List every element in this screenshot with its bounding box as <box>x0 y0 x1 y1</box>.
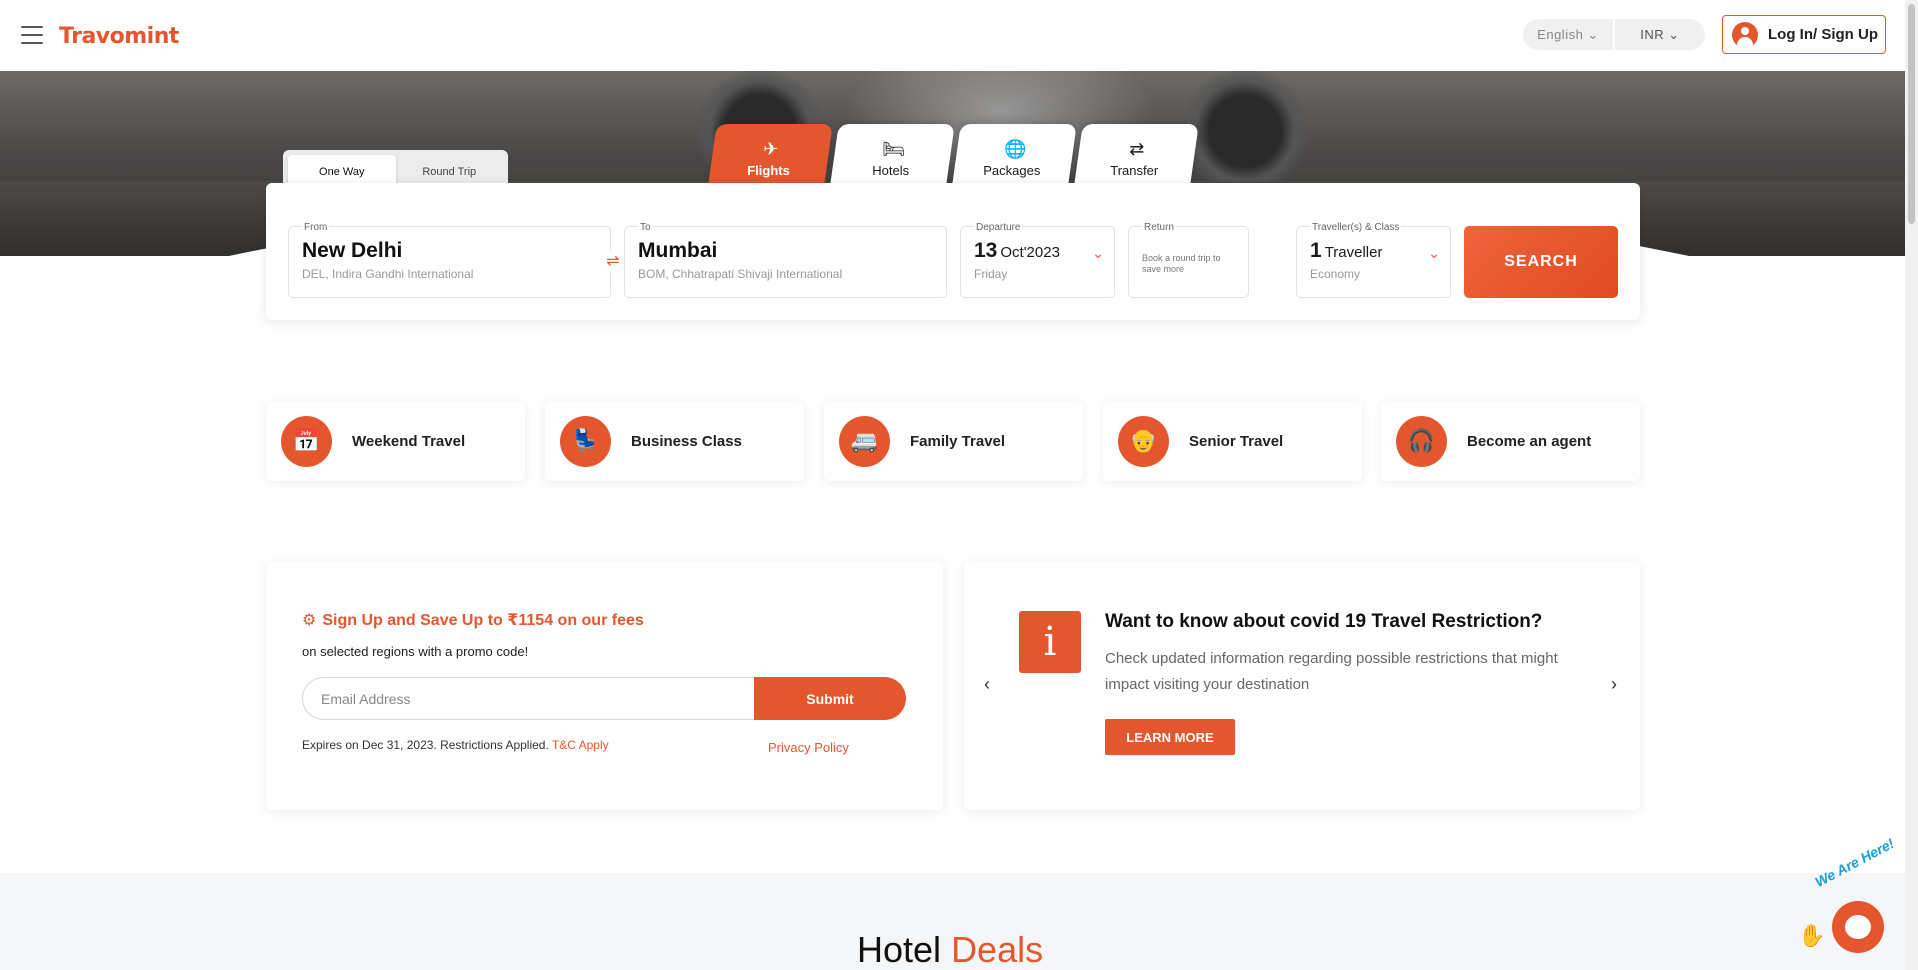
chevron-right-icon[interactable]: › <box>1611 674 1617 695</box>
gear-icon: ⚙ <box>302 612 317 629</box>
departure-caption: Departure <box>974 222 1023 233</box>
currency-selector[interactable]: INR ⌄ <box>1615 19 1705 50</box>
category-label: Business Class <box>631 432 742 450</box>
deals-title-part2: Deals <box>951 929 1044 970</box>
category-family-travel[interactable]: 🚐 Family Travel <box>824 401 1083 481</box>
deals-title-part1: Hotel <box>857 929 942 970</box>
chat-label: We Are Here! <box>1812 835 1897 891</box>
user-icon <box>1732 21 1758 48</box>
language-label: English <box>1537 27 1584 42</box>
expiry-text: Expires on Dec 31, 2023. Restrictions Ap… <box>302 738 549 752</box>
bed-icon: 🛏 <box>881 138 905 159</box>
seat-icon: 💺 <box>560 415 611 467</box>
chevron-down-icon: ⌄ <box>1428 245 1440 261</box>
chevron-down-icon: ⌄ <box>1583 26 1599 42</box>
departure-weekday: Friday <box>974 267 1008 281</box>
search-button[interactable]: SEARCH <box>1464 226 1618 298</box>
chevron-left-icon[interactable]: ‹ <box>984 674 990 695</box>
hotel-deals-title: Hotel Deals <box>857 929 1043 970</box>
tab-label: Packages <box>983 162 1041 178</box>
category-business-class[interactable]: 💺 Business Class <box>545 401 804 481</box>
language-selector[interactable]: English ⌄ <box>1523 19 1613 50</box>
category-become-agent[interactable]: 🎧 Become an agent <box>1381 401 1640 481</box>
chat-bubble-icon[interactable] <box>1832 901 1884 953</box>
chevron-down-icon: ⌄ <box>1664 26 1680 42</box>
login-button[interactable]: Log In/ Sign Up <box>1722 15 1886 54</box>
scrollbar[interactable] <box>1905 0 1918 970</box>
traveller-class: Economy <box>1310 267 1361 281</box>
submit-button[interactable]: Submit <box>754 677 906 720</box>
chevron-down-icon: ⌄ <box>1092 245 1104 261</box>
from-caption: From <box>302 222 330 233</box>
scrollbar-thumb[interactable] <box>1908 4 1915 224</box>
return-caption: Return <box>1142 222 1177 233</box>
header: Travomint English ⌄ INR ⌄ Log In/ Sign U… <box>0 0 1918 71</box>
from-field[interactable]: From New Delhi DEL, Indira Gandhi Intern… <box>288 222 611 298</box>
promo-subtitle: on selected regions with a promo code! <box>302 644 529 659</box>
to-caption: To <box>638 222 653 233</box>
tab-transfer[interactable]: ⇄ Transfer <box>1073 124 1199 192</box>
tab-label: Transfer <box>1110 162 1159 178</box>
covid-heading: Want to know about covid 19 Travel Restr… <box>1105 611 1543 632</box>
tab-hotels[interactable]: 🛏 Hotels <box>829 124 955 192</box>
category-label: Senior Travel <box>1189 432 1284 450</box>
to-field[interactable]: To Mumbai BOM, Chhatrapati Shivaji Inter… <box>624 222 947 298</box>
promo-expiry: Expires on Dec 31, 2023. Restrictions Ap… <box>302 738 609 752</box>
to-airport: BOM, Chhatrapati Shivaji International <box>638 267 843 281</box>
category-weekend-travel[interactable]: 📅 Weekend Travel <box>266 401 525 481</box>
currency-label: INR <box>1640 27 1665 42</box>
car-icon: 🚐 <box>839 415 890 467</box>
waving-hand-icon: ✋ <box>1798 923 1826 948</box>
tab-packages[interactable]: 🌐 Packages <box>951 124 1077 192</box>
from-city: New Delhi <box>302 239 403 262</box>
category-label: Weekend Travel <box>352 432 466 450</box>
flight-search-card: From New Delhi DEL, Indira Gandhi Intern… <box>266 183 1640 320</box>
departure-day: 13 <box>974 239 998 262</box>
traveller-caption: Traveller(s) & Class <box>1310 222 1402 233</box>
covid-text: Check updated information regarding poss… <box>1105 650 1558 693</box>
logo[interactable]: Travomint <box>59 24 179 49</box>
return-hint: Book a round trip to save more <box>1142 253 1221 274</box>
departure-field[interactable]: Departure 13 Oct'2023 Friday ⌄ <box>960 222 1115 298</box>
to-city: Mumbai <box>638 239 718 262</box>
promo-title-text: Sign Up and Save Up to ₹1154 on our fees <box>322 612 644 629</box>
login-label: Log In/ Sign Up <box>1768 26 1878 43</box>
return-field[interactable]: Return Book a round trip to save more <box>1128 222 1249 298</box>
senior-icon: 👴 <box>1118 415 1169 467</box>
privacy-policy-link[interactable]: Privacy Policy <box>768 740 849 755</box>
category-label: Become an agent <box>1467 432 1592 450</box>
plane-icon: ✈ <box>763 138 779 159</box>
calendar-icon: 📅 <box>281 415 332 467</box>
category-label: Family Travel <box>910 432 1006 450</box>
promo-signup-card: ⚙ Sign Up and Save Up to ₹1154 on our fee… <box>266 561 943 810</box>
globe-icon: 🌐 <box>1004 138 1027 159</box>
traveller-count: 1 <box>1310 239 1322 262</box>
menu-icon[interactable] <box>21 26 43 44</box>
transfer-icon: ⇄ <box>1129 138 1145 159</box>
email-input[interactable]: Email Address <box>302 677 756 720</box>
covid-info-card: ‹ i Want to know about covid 19 Travel R… <box>964 561 1640 810</box>
tab-label: Flights <box>747 162 790 178</box>
chat-widget[interactable]: We Are Here! ✋ <box>1796 835 1906 959</box>
category-senior-travel[interactable]: 👴 Senior Travel <box>1103 401 1362 481</box>
tc-link[interactable]: T&C Apply <box>552 738 609 752</box>
traveller-label: Traveller <box>1324 244 1383 261</box>
tab-flights[interactable]: ✈ Flights <box>707 124 833 192</box>
tab-label: Hotels <box>871 162 909 178</box>
swap-icon[interactable]: ⇌ <box>602 250 624 272</box>
departure-month: Oct'2023 <box>1000 244 1060 261</box>
traveller-field[interactable]: Traveller(s) & Class 1 Traveller Economy… <box>1296 222 1451 298</box>
agent-icon: 🎧 <box>1396 415 1447 467</box>
learn-more-button[interactable]: LEARN MORE <box>1105 719 1235 755</box>
from-airport: DEL, Indira Gandhi International <box>302 267 474 281</box>
info-icon: i <box>1019 611 1081 673</box>
promo-title: ⚙ Sign Up and Save Up to ₹1154 on our fee… <box>302 610 644 630</box>
